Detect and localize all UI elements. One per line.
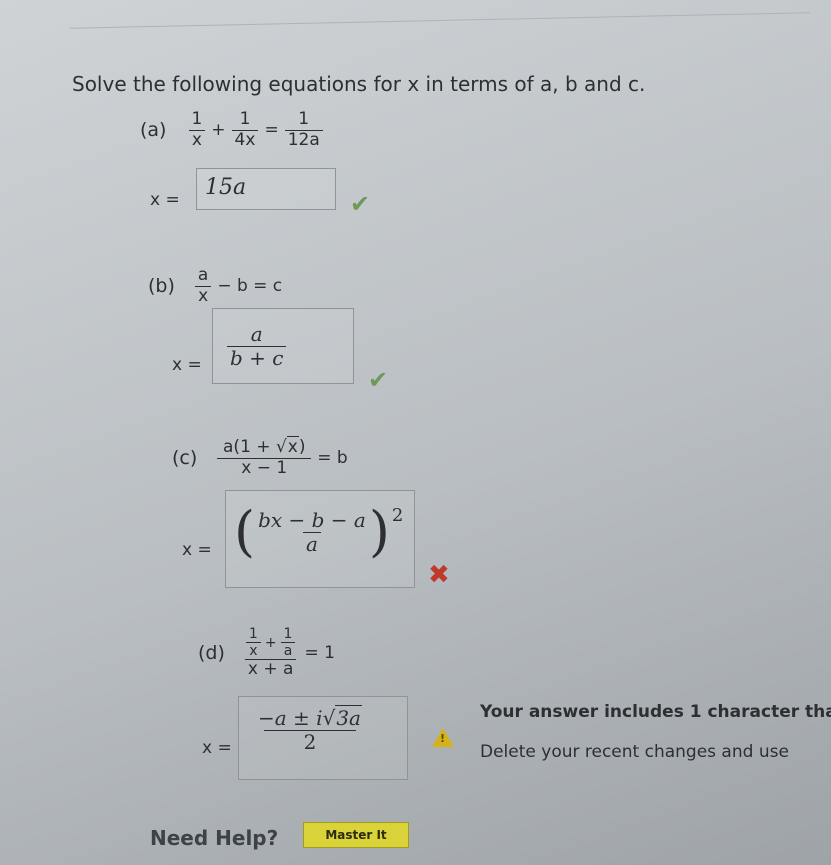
answer-c-expression: ( bx − b − aa ) 2 xyxy=(234,500,404,563)
answer-a-prefix: x = xyxy=(150,190,180,210)
frac-1-4x: 1 4x xyxy=(231,109,259,150)
warning-message-1: Your answer includes 1 character that xyxy=(480,702,831,722)
problem-c: (c) a(1 + √x) x − 1 = b xyxy=(172,436,348,478)
answer-c-prefix: x = xyxy=(182,540,212,560)
top-divider xyxy=(70,12,810,29)
warning-message-2: Delete your recent changes and use xyxy=(480,742,789,762)
problem-b: (b) ax − b = c xyxy=(148,265,283,306)
answer-b-field[interactable]: ab + c xyxy=(212,308,354,384)
frac-d: 1x + 1a x + a xyxy=(243,626,299,680)
frac-c: a(1 + √x) x − 1 xyxy=(217,436,312,478)
frac-1-x: 1x xyxy=(188,109,205,150)
warning-icon: ! xyxy=(432,728,454,747)
need-help-label: Need Help? xyxy=(150,826,279,850)
answer-c-field[interactable]: ( bx − b − aa ) 2 xyxy=(225,490,415,588)
answer-d-fraction: −a ± i√3a 2 xyxy=(258,705,362,754)
answer-a-value: 15a xyxy=(205,175,247,200)
answer-d-field[interactable]: −a ± i√3a 2 xyxy=(238,696,408,780)
problem-b-label: (b) xyxy=(148,275,175,298)
master-it-button[interactable]: Master It xyxy=(303,822,409,848)
problem-d: (d) 1x + 1a x + a = 1 xyxy=(198,626,335,680)
problem-d-label: (d) xyxy=(198,641,225,664)
problem-c-label: (c) xyxy=(172,447,198,470)
frac-a-x: ax xyxy=(195,265,212,306)
answer-b-fraction: ab + c xyxy=(227,323,287,370)
answer-a-field[interactable]: 15a xyxy=(196,168,336,210)
instructions: Solve the following equations for x in t… xyxy=(72,72,646,96)
frac-1-12a: 1 12a xyxy=(284,109,323,150)
check-icon: ✔ xyxy=(368,366,389,394)
check-icon: ✔ xyxy=(350,190,371,218)
problem-a: (a) 1x + 1 4x = 1 12a xyxy=(140,109,323,150)
answer-b-prefix: x = xyxy=(172,355,202,375)
problem-a-label: (a) xyxy=(140,119,167,142)
cross-icon: ✖ xyxy=(428,560,450,590)
answer-d-prefix: x = xyxy=(202,738,232,758)
